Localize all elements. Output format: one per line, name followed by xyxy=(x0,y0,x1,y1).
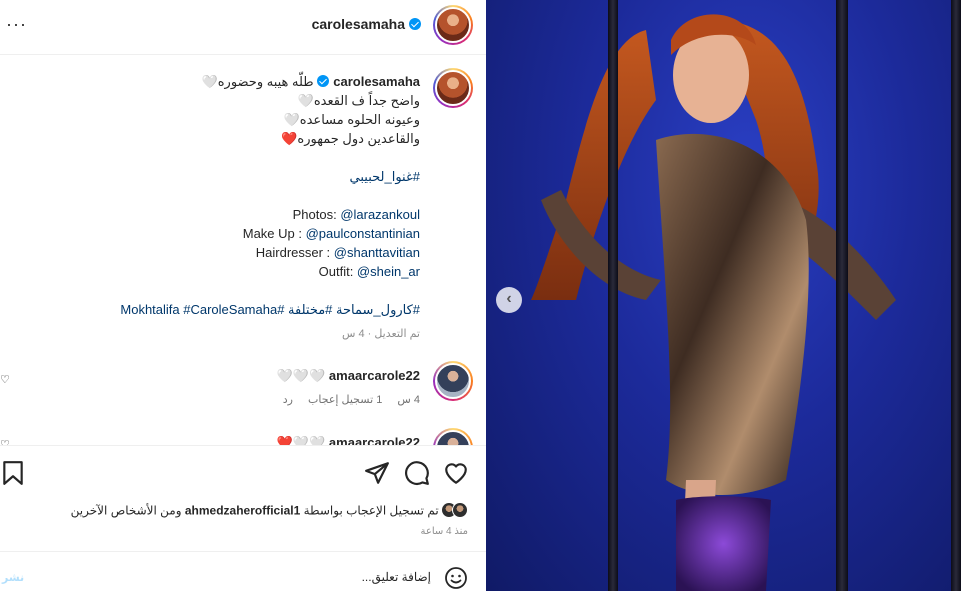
post-header: ··· carolesamaha xyxy=(0,0,486,55)
comment-avatar[interactable] xyxy=(433,361,473,401)
comment-meta: 4 س 1 تسجيل إعجاب رد xyxy=(20,393,420,406)
cage-bar xyxy=(608,0,618,591)
carousel-dots xyxy=(708,583,756,591)
credit-makeup: Make Up : @paulconstantinian xyxy=(242,226,420,241)
header-username-label[interactable]: carolesamaha xyxy=(312,16,405,32)
credit-photos-handle[interactable]: @larazankoul xyxy=(340,207,420,222)
post-actions: تم تسجيل الإعجاب بواسطة ahmedzaheroffici… xyxy=(0,445,486,551)
post-comment-button[interactable]: نشر xyxy=(2,571,24,584)
credit-makeup-handle[interactable]: @paulconstantinian xyxy=(306,226,420,241)
add-comment-input[interactable] xyxy=(131,570,431,584)
post-caption: carolesamaha طلّه هيبه وحضوره🤍 واضح جداً… xyxy=(20,72,420,344)
caption-line-3: وعيونه الحلوه مساعده🤍 xyxy=(283,112,420,127)
comment-text: 🤍🤍🤍 xyxy=(276,368,326,383)
likes-user[interactable]: ahmedzaherofficial1 xyxy=(185,504,300,518)
cage-bar xyxy=(836,0,848,591)
verified-badge-icon xyxy=(317,75,330,87)
bookmark-icon[interactable] xyxy=(0,460,26,486)
verified-badge-icon xyxy=(409,18,421,30)
liker-avatars xyxy=(441,502,468,521)
post-timestamp[interactable]: منذ 4 ساعة xyxy=(420,526,468,537)
caption-hashtags[interactable]: #كارول_سماحة #مختلفة #Mokhtalifa #Carole… xyxy=(20,300,420,319)
caption-line-2: واضح جداً ف القعده🤍 xyxy=(297,93,420,108)
header-username[interactable]: carolesamaha xyxy=(312,16,421,32)
cage-bar xyxy=(951,0,961,591)
credit-hair-handle[interactable]: @shanttavitian xyxy=(334,245,420,260)
photo-illustration xyxy=(531,14,896,591)
carousel-prev-button[interactable]: ‹ xyxy=(496,287,522,313)
header-avatar[interactable] xyxy=(433,5,473,45)
comment-bubble-icon[interactable] xyxy=(404,460,430,486)
comment-likes[interactable]: 1 تسجيل إعجاب xyxy=(308,394,382,406)
comment-reply-button[interactable]: رد xyxy=(283,394,293,406)
caption-edited-time: تم التعديل · 4 س xyxy=(341,328,420,340)
likes-summary[interactable]: تم تسجيل الإعجاب بواسطة ahmedzaheroffici… xyxy=(71,502,468,521)
caption-line-1: طلّه هيبه وحضوره🤍 xyxy=(201,74,314,89)
credit-outfit-handle[interactable]: @shein_ar xyxy=(357,264,420,279)
caption-username[interactable]: carolesamaha xyxy=(333,74,420,89)
heart-icon[interactable] xyxy=(443,460,469,486)
comment-username[interactable]: amaarcarole22 xyxy=(329,368,420,383)
comment-item: amaarcarole22 🤍🤍🤍 4 س 1 تسجيل إعجاب رد xyxy=(20,368,420,406)
credit-outfit: Outfit: @shein_ar xyxy=(318,264,420,279)
comment-like-icon[interactable]: ♡ xyxy=(0,373,10,386)
credit-hair: Hairdresser : @shanttavitian xyxy=(255,245,420,260)
post-photo[interactable] xyxy=(486,0,961,591)
paper-plane-icon[interactable] xyxy=(364,460,390,486)
credit-photos: Photos: @larazankoul xyxy=(292,207,420,222)
caption-line-4: والقاعدين دول جمهوره❤️ xyxy=(281,131,420,146)
more-options-icon[interactable]: ··· xyxy=(6,14,27,35)
comment-time[interactable]: 4 س xyxy=(397,394,420,406)
caption-hashtag-song[interactable]: #غنوا_لحبيبي xyxy=(20,167,420,186)
caption-avatar[interactable] xyxy=(433,68,473,108)
comment-input-bar: نشر xyxy=(0,551,486,591)
smiley-icon[interactable] xyxy=(444,566,468,590)
likes-suffix[interactable]: ومن الأشخاص الآخرين xyxy=(71,504,185,518)
likes-prefix: تم تسجيل الإعجاب بواسطة xyxy=(300,503,439,518)
post-details-panel: ··· carolesamaha carolesamaha طلّه هيبه … xyxy=(0,0,486,591)
